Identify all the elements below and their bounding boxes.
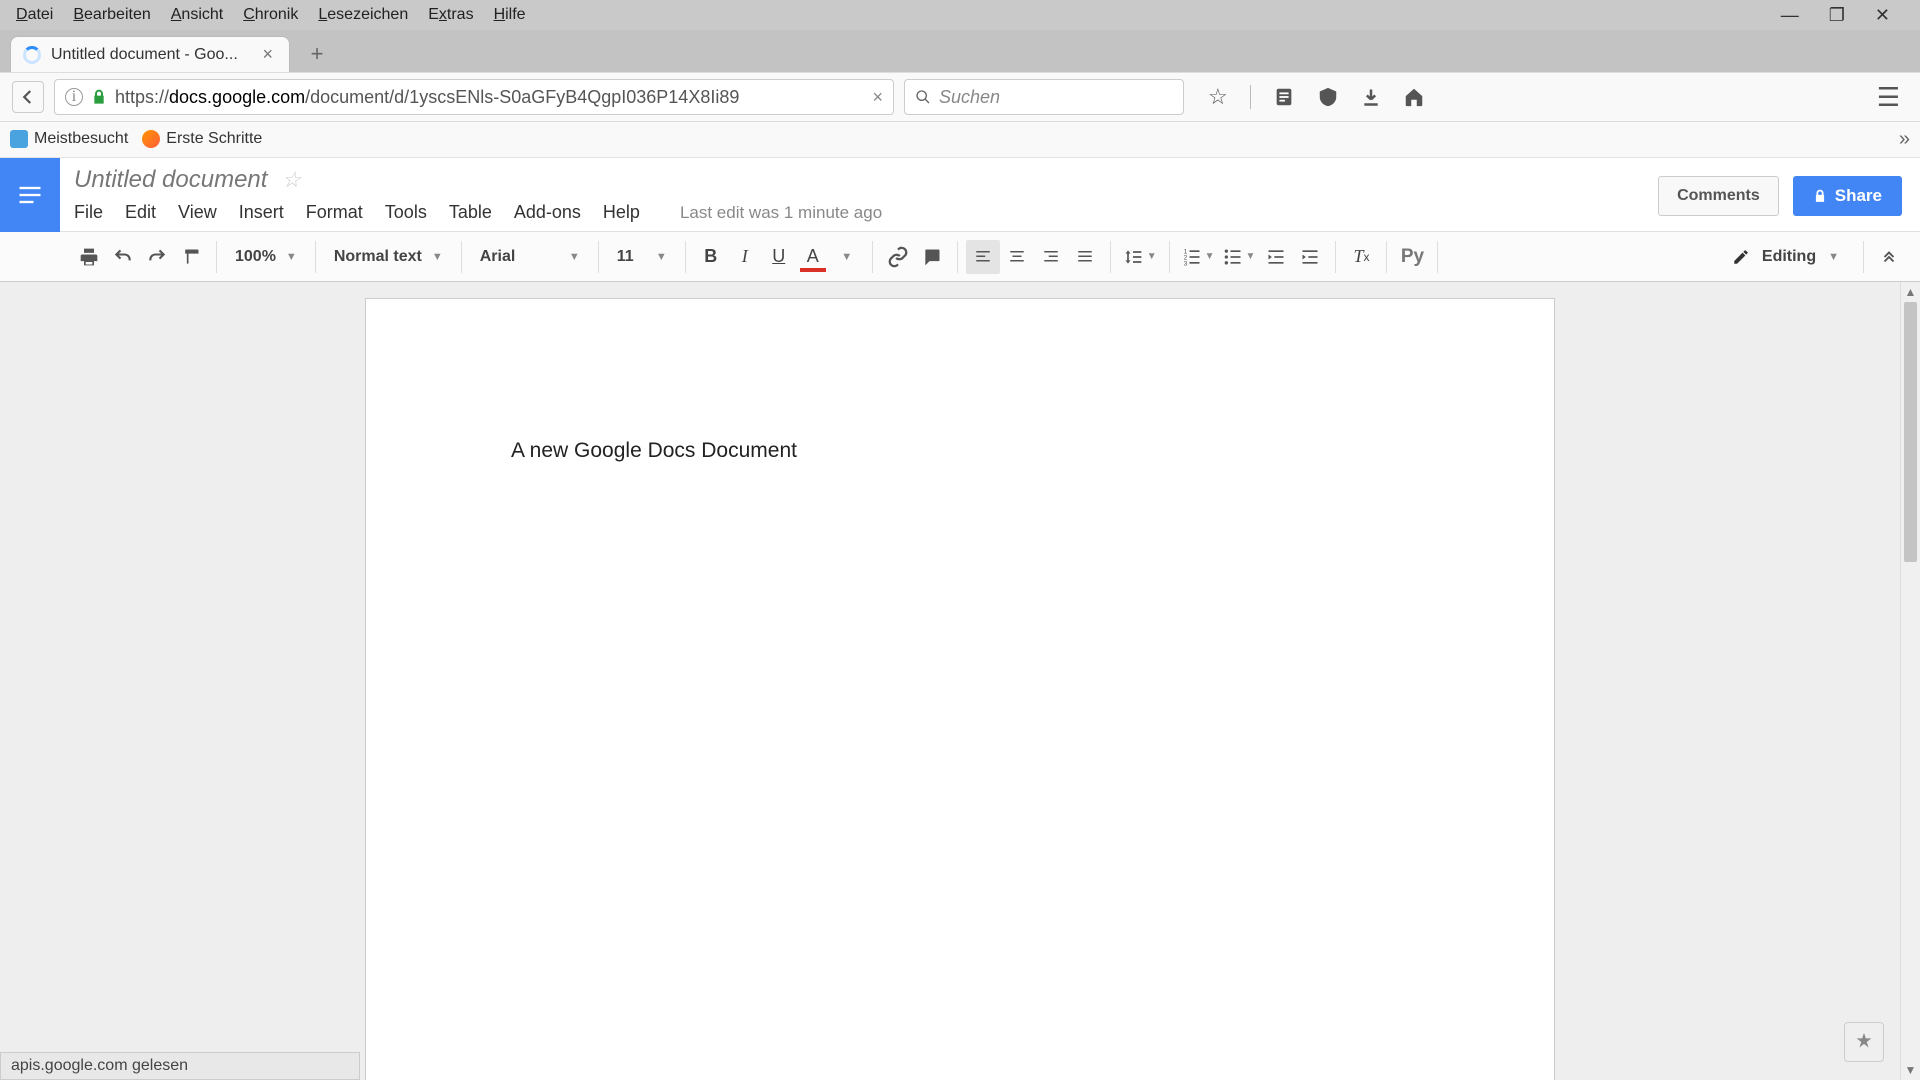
explore-button[interactable] bbox=[1844, 1022, 1884, 1062]
clear-formatting-icon[interactable]: Tx bbox=[1344, 240, 1378, 274]
search-icon bbox=[915, 89, 931, 105]
underline-icon[interactable]: U bbox=[762, 240, 796, 274]
menu-addons[interactable]: Add-ons bbox=[514, 202, 581, 223]
tab-title: Untitled document - Goo... bbox=[51, 46, 238, 64]
document-body-text: A new Google Docs Document bbox=[511, 439, 797, 462]
docs-toolbar: 100%▼ Normal text▼ Arial▼ 11▼ B I U A ▼ … bbox=[0, 232, 1920, 282]
menu-ansicht[interactable]: Ansicht bbox=[161, 2, 233, 28]
search-box[interactable]: Suchen bbox=[904, 79, 1184, 115]
lock-icon bbox=[91, 89, 107, 105]
menu-insert[interactable]: Insert bbox=[239, 202, 284, 223]
clear-url-icon[interactable]: × bbox=[872, 87, 883, 108]
bold-icon[interactable]: B bbox=[694, 240, 728, 274]
scroll-down-icon[interactable]: ▼ bbox=[1901, 1060, 1920, 1080]
menu-edit[interactable]: Edit bbox=[125, 202, 156, 223]
document-title[interactable]: Untitled document bbox=[74, 166, 267, 194]
firefox-menu-bar: Datei Bearbeiten Ansicht Chronik Lesezei… bbox=[0, 0, 1920, 30]
pocket-icon[interactable] bbox=[1317, 86, 1339, 108]
align-right-icon[interactable] bbox=[1034, 240, 1068, 274]
star-document-icon[interactable]: ☆ bbox=[281, 167, 301, 193]
svg-text:3: 3 bbox=[1183, 260, 1187, 267]
decrease-indent-icon[interactable] bbox=[1259, 240, 1293, 274]
menu-extras[interactable]: Extras bbox=[418, 2, 483, 28]
menu-hilfe[interactable]: Hilfe bbox=[484, 2, 536, 28]
input-tools-icon[interactable]: Py bbox=[1395, 240, 1429, 274]
last-edit-label: Last edit was 1 minute ago bbox=[680, 203, 882, 223]
align-left-icon[interactable] bbox=[966, 240, 1000, 274]
bookmarks-toolbar: Meistbesucht Erste Schritte » bbox=[0, 122, 1920, 158]
zoom-dropdown[interactable]: 100%▼ bbox=[225, 248, 307, 266]
docs-header: Untitled document ☆ File Edit View Inser… bbox=[0, 158, 1920, 232]
reading-list-icon[interactable] bbox=[1273, 86, 1295, 108]
firefox-menu-icon[interactable]: ☰ bbox=[1877, 82, 1908, 113]
tab-strip: Untitled document - Goo... × + bbox=[0, 30, 1920, 72]
editing-mode-dropdown[interactable]: Editing ▼ bbox=[1716, 248, 1855, 266]
insert-link-icon[interactable] bbox=[881, 240, 915, 274]
font-dropdown[interactable]: Arial▼ bbox=[470, 248, 590, 266]
menu-datei[interactable]: Datei bbox=[6, 2, 63, 28]
menu-file[interactable]: File bbox=[74, 202, 103, 223]
insert-comment-icon[interactable] bbox=[915, 240, 949, 274]
bulleted-list-icon[interactable]: ▼ bbox=[1219, 240, 1260, 274]
align-justify-icon[interactable] bbox=[1068, 240, 1102, 274]
bookmark-star-icon[interactable]: ☆ bbox=[1208, 84, 1228, 110]
tab-close-icon[interactable]: × bbox=[258, 44, 277, 65]
menu-bearbeiten[interactable]: Bearbeiten bbox=[63, 2, 160, 28]
loading-spinner-icon bbox=[23, 46, 41, 64]
browser-tab[interactable]: Untitled document - Goo... × bbox=[10, 36, 290, 72]
url-text: https://docs.google.com/document/d/1yscs… bbox=[115, 87, 872, 108]
share-button[interactable]: Share bbox=[1793, 176, 1902, 216]
status-bar: apis.google.com gelesen bbox=[0, 1052, 360, 1080]
docs-menu-bar: File Edit View Insert Format Tools Table… bbox=[74, 202, 1644, 223]
url-bar[interactable]: i https://docs.google.com/document/d/1ys… bbox=[54, 79, 894, 115]
redo-icon[interactable] bbox=[140, 240, 174, 274]
downloads-icon[interactable] bbox=[1361, 87, 1381, 107]
bookmark-icon bbox=[10, 130, 28, 148]
lock-icon bbox=[1813, 189, 1827, 203]
menu-help[interactable]: Help bbox=[603, 202, 640, 223]
bookmark-erste-schritte[interactable]: Erste Schritte bbox=[142, 130, 262, 148]
scroll-thumb[interactable] bbox=[1904, 302, 1917, 562]
collapse-toolbar-icon[interactable] bbox=[1872, 240, 1906, 274]
comments-button[interactable]: Comments bbox=[1658, 176, 1779, 216]
navigation-toolbar: i https://docs.google.com/document/d/1ys… bbox=[0, 72, 1920, 122]
text-color-icon[interactable]: A bbox=[796, 240, 830, 274]
menu-table[interactable]: Table bbox=[449, 202, 492, 223]
search-placeholder: Suchen bbox=[939, 87, 1000, 108]
font-size-dropdown[interactable]: 11▼ bbox=[607, 248, 677, 266]
menu-lesezeichen[interactable]: Lesezeichen bbox=[308, 2, 418, 28]
document-canvas-wrap: A new Google Docs Document ▲ ▼ bbox=[0, 282, 1920, 1080]
bookmarks-overflow-icon[interactable]: » bbox=[1899, 128, 1910, 151]
site-info-icon[interactable]: i bbox=[65, 88, 83, 106]
line-spacing-icon[interactable]: ▼ bbox=[1119, 240, 1161, 274]
align-center-icon[interactable] bbox=[1000, 240, 1034, 274]
window-minimize-icon[interactable]: — bbox=[1781, 5, 1799, 26]
paint-format-icon[interactable] bbox=[174, 240, 208, 274]
undo-icon[interactable] bbox=[106, 240, 140, 274]
vertical-scrollbar[interactable]: ▲ ▼ bbox=[1900, 282, 1920, 1080]
status-text: apis.google.com gelesen bbox=[11, 1057, 188, 1075]
bookmark-meistbesucht[interactable]: Meistbesucht bbox=[10, 130, 128, 148]
window-close-icon[interactable]: ✕ bbox=[1875, 5, 1890, 26]
back-button[interactable] bbox=[12, 81, 44, 113]
docs-home-button[interactable] bbox=[0, 158, 60, 232]
google-docs-app: Untitled document ☆ File Edit View Inser… bbox=[0, 158, 1920, 1080]
new-tab-button[interactable]: + bbox=[302, 39, 332, 69]
document-page[interactable]: A new Google Docs Document bbox=[365, 298, 1555, 1080]
menu-tools[interactable]: Tools bbox=[385, 202, 427, 223]
italic-icon[interactable]: I bbox=[728, 240, 762, 274]
pencil-icon bbox=[1732, 248, 1750, 266]
print-icon[interactable] bbox=[72, 240, 106, 274]
increase-indent-icon[interactable] bbox=[1293, 240, 1327, 274]
text-color-arrow[interactable]: ▼ bbox=[830, 240, 864, 274]
menu-view[interactable]: View bbox=[178, 202, 217, 223]
firefox-logo-icon bbox=[142, 130, 160, 148]
home-icon[interactable] bbox=[1403, 86, 1425, 108]
menu-format[interactable]: Format bbox=[306, 202, 363, 223]
paragraph-style-dropdown[interactable]: Normal text▼ bbox=[324, 248, 453, 266]
menu-chronik[interactable]: Chronik bbox=[233, 2, 308, 28]
numbered-list-icon[interactable]: 123▼ bbox=[1178, 240, 1219, 274]
window-restore-icon[interactable]: ❐ bbox=[1829, 5, 1845, 26]
scroll-up-icon[interactable]: ▲ bbox=[1901, 282, 1920, 302]
